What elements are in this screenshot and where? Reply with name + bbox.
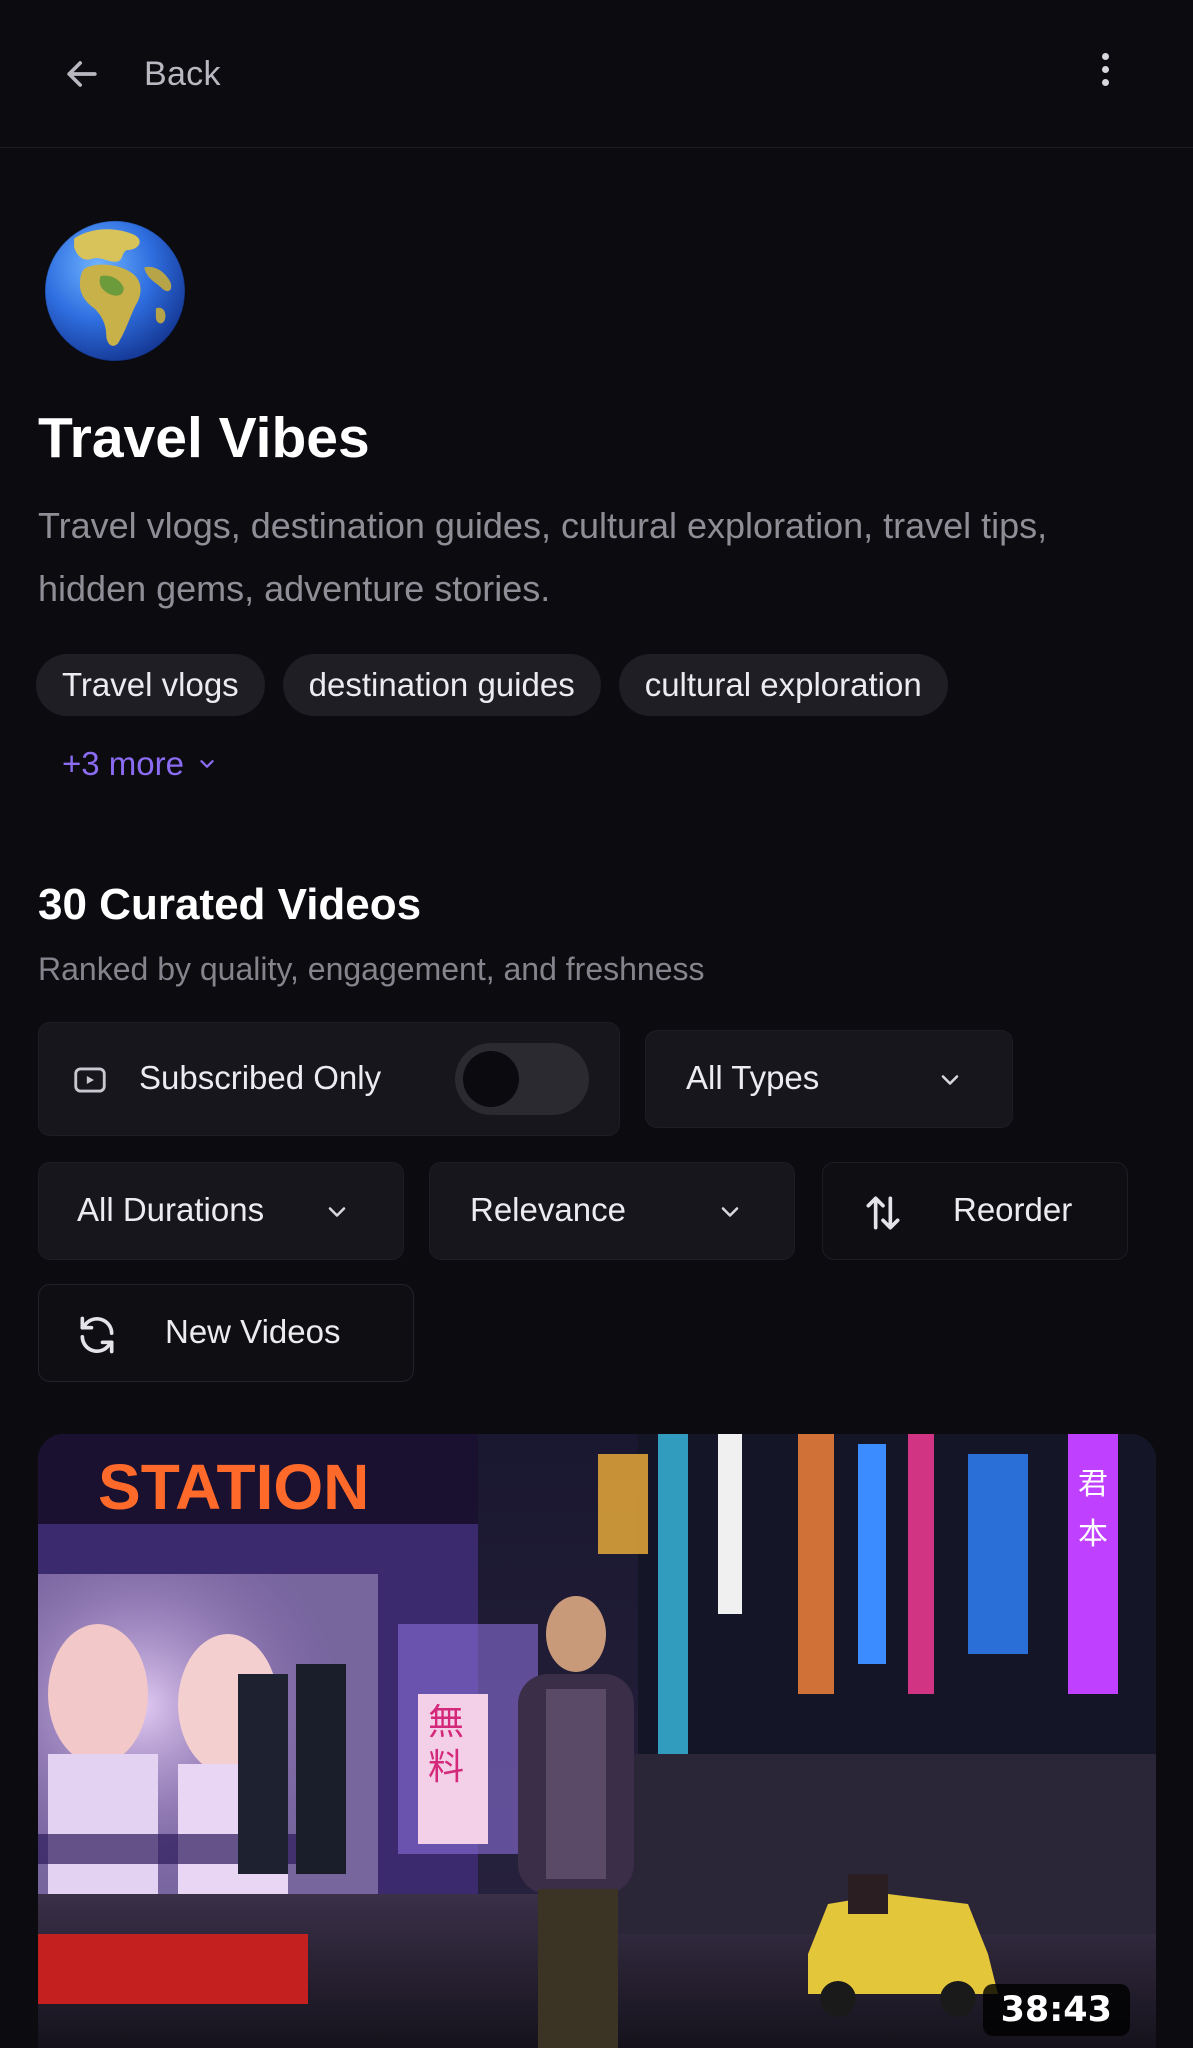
more-tags-label: +3 more [62, 745, 184, 782]
reorder-button[interactable]: Reorder [822, 1162, 1128, 1260]
youtube-icon [74, 1067, 106, 1093]
subscribed-only-label: Subscribed Only [139, 1059, 382, 1096]
video-duration-badge: 38:43 [982, 1984, 1130, 2036]
tag-chip[interactable]: Travel vlogs [36, 654, 265, 716]
type-select-value: All Types [686, 1059, 820, 1096]
collection-description: Travel vlogs, destination guides, cultur… [38, 505, 1048, 609]
svg-text:STATION: STATION [98, 1451, 369, 1523]
reorder-label: Reorder [953, 1191, 1073, 1228]
sort-arrows-icon [866, 1196, 900, 1230]
video-thumbnail: STATION 無 料 君 本 [38, 1434, 1156, 2048]
refresh-icon [80, 1316, 114, 1354]
back-label: Back [144, 54, 221, 93]
tag-chip[interactable]: destination guides [282, 654, 601, 716]
tag-chip[interactable]: cultural exploration [618, 654, 948, 716]
tag-list: Travel vlogs destination guides cultural… [36, 654, 966, 716]
chevron-down-icon [200, 760, 214, 768]
top-bar: Back [0, 0, 1193, 148]
new-videos-label: New Videos [165, 1313, 341, 1350]
type-select[interactable]: All Types [645, 1030, 1013, 1128]
sort-select[interactable]: Relevance [429, 1162, 795, 1260]
more-options-icon[interactable] [1090, 48, 1120, 98]
subscribed-only-toggle[interactable] [455, 1043, 589, 1115]
sort-select-value: Relevance [470, 1191, 626, 1228]
more-tags-button[interactable]: +3 more [62, 741, 218, 787]
svg-text:本: 本 [1078, 1517, 1108, 1552]
back-button[interactable]: Back [60, 44, 221, 104]
svg-text:無: 無 [428, 1702, 464, 1743]
svg-text:料: 料 [428, 1747, 464, 1788]
chevron-down-icon [721, 1207, 739, 1217]
duration-select[interactable]: All Durations [38, 1162, 404, 1260]
collection-title: Travel Vibes [38, 406, 370, 470]
duration-select-value: All Durations [77, 1191, 265, 1228]
new-videos-button[interactable]: New Videos [38, 1284, 414, 1382]
arrow-left-icon [67, 61, 97, 87]
subscribed-only-filter[interactable]: Subscribed Only [38, 1022, 620, 1136]
toggle-knob [463, 1051, 519, 1107]
video-card[interactable]: STATION 無 料 君 本 38:43 [38, 1434, 1156, 2048]
videos-section-title: 30 Curated Videos [38, 880, 422, 929]
globe-icon [44, 220, 186, 362]
chevron-down-icon [328, 1207, 346, 1217]
chevron-down-icon [941, 1075, 959, 1085]
svg-text:君: 君 [1078, 1467, 1108, 1502]
videos-section-subtitle: Ranked by quality, engagement, and fresh… [38, 951, 705, 987]
